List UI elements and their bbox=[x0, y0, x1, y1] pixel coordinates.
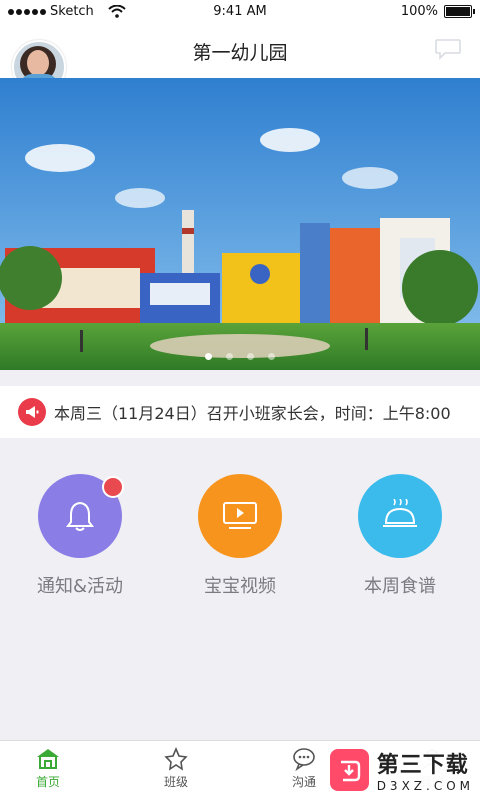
food-cloche-icon bbox=[383, 499, 417, 527]
tab-home[interactable]: 首页 bbox=[8, 745, 88, 790]
notice-bar[interactable]: 本周三（11月24日）召开小班家长会，时间：上午8:00 bbox=[0, 386, 480, 438]
carousel-dot[interactable] bbox=[226, 353, 233, 360]
watermark-title: 第三下载 bbox=[376, 753, 469, 778]
video-icon bbox=[223, 502, 257, 529]
watermark-subtitle: D3XZ.COM bbox=[376, 779, 474, 793]
battery-percent: 100% bbox=[400, 4, 438, 19]
kindergarten-building-image bbox=[0, 78, 480, 370]
download-logo-icon bbox=[330, 749, 369, 791]
feature-label: 宝宝视频 bbox=[204, 576, 276, 597]
banner-carousel[interactable] bbox=[0, 78, 480, 370]
chat-bubble-icon[interactable] bbox=[434, 38, 462, 60]
feature-grid: 通知&活动 宝宝视频 本周食谱 bbox=[0, 438, 480, 608]
feature-icon-circle[interactable] bbox=[358, 474, 442, 558]
notification-badge bbox=[102, 476, 124, 498]
status-bar: Sketch 9:41 AM 100% bbox=[0, 0, 480, 24]
feature-baby-video[interactable]: 宝宝视频 bbox=[170, 474, 310, 598]
carousel-dot[interactable] bbox=[205, 353, 212, 360]
feature-weekly-menu[interactable]: 本周食谱 bbox=[330, 474, 470, 598]
carousel-dot[interactable] bbox=[247, 353, 254, 360]
feature-notice-activity[interactable]: 通知&活动 bbox=[10, 474, 150, 598]
header: 第一幼儿园 bbox=[0, 24, 480, 94]
chat-icon bbox=[293, 748, 315, 771]
carousel-indicator[interactable] bbox=[0, 353, 480, 360]
home-icon bbox=[37, 749, 59, 769]
notice-text: 本周三（11月24日）召开小班家长会，时间：上午8:00 bbox=[54, 404, 451, 423]
watermark: 第三下载 D3XZ.COM bbox=[324, 742, 474, 798]
feature-label: 通知&活动 bbox=[36, 576, 124, 597]
star-icon bbox=[164, 746, 188, 771]
feature-icon-circle[interactable] bbox=[38, 474, 124, 558]
battery-icon bbox=[444, 5, 475, 18]
carousel-dot[interactable] bbox=[268, 353, 275, 360]
tab-label: 首页 bbox=[35, 775, 60, 789]
feature-icon-circle[interactable] bbox=[198, 474, 282, 558]
bell-icon bbox=[66, 501, 94, 531]
megaphone-icon bbox=[18, 398, 46, 426]
tab-label: 班级 bbox=[163, 775, 188, 789]
tab-class[interactable]: 班级 bbox=[136, 745, 216, 790]
feature-label: 本周食谱 bbox=[364, 576, 436, 597]
page-title: 第一幼儿园 bbox=[192, 42, 288, 64]
